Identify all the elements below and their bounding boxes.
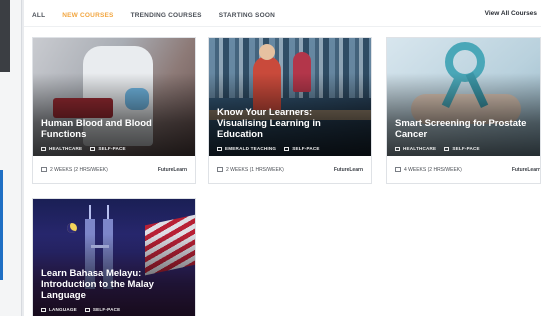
folder-icon: [41, 146, 46, 151]
tabs-divider: [24, 26, 541, 27]
laptop-icon: [84, 307, 90, 312]
course-tabs: All New Courses Trending Courses Startin…: [32, 9, 275, 21]
course-tag-pace: SELF-PACE: [90, 146, 126, 151]
course-provider: FutureLearn: [511, 166, 541, 173]
course-duration: 2 WEEKS (1 HRS/WEEK): [217, 167, 284, 173]
laptop-icon: [90, 146, 96, 151]
folder-icon: [41, 307, 46, 312]
course-panel: All New Courses Trending Courses Startin…: [24, 0, 541, 316]
course-footer: 2 WEEKS (1 HRS/WEEK) FutureLearn: [209, 156, 371, 183]
course-image-ribbon: Smart Screening for Prostate Cancer HEAL…: [387, 38, 540, 156]
view-all-courses-link[interactable]: View All Courses: [485, 10, 537, 17]
course-tags: HEALTHCARE SELF-PACE: [395, 146, 480, 151]
course-title: Know Your Learners: Visualising Learning…: [217, 107, 321, 140]
course-footer: 2 WEEKS (2 HRS/WEEK) FutureLearn: [33, 156, 195, 183]
folder-icon: [217, 146, 222, 151]
course-image-learners: Know Your Learners: Visualising Learning…: [209, 38, 371, 156]
course-image-malay: Learn Bahasa Melayu: Introduction to the…: [33, 199, 195, 316]
course-tag-category: HEALTHCARE: [395, 146, 436, 151]
course-title: Learn Bahasa Melayu: Introduction to the…: [41, 268, 154, 301]
course-tag-category: LANGUAGE: [41, 307, 77, 312]
course-card-blood[interactable]: Human Blood and Blood Functions HEALTHCA…: [32, 37, 196, 184]
course-provider: FutureLearn: [157, 166, 187, 173]
calendar-icon: [217, 167, 223, 172]
course-tag-pace: SELF-PACE: [84, 307, 121, 312]
left-sidebar-strip: [0, 0, 22, 316]
tab-new-courses[interactable]: New Courses: [62, 12, 113, 19]
laptop-icon: [444, 146, 450, 151]
course-card-bahasa-melayu[interactable]: Learn Bahasa Melayu: Introduction to the…: [32, 198, 196, 316]
course-card-know-your-learners[interactable]: Know Your Learners: Visualising Learning…: [208, 37, 372, 184]
sidebar-dark-block: [0, 0, 10, 72]
tab-all[interactable]: All: [32, 12, 45, 19]
course-provider: FutureLearn: [333, 166, 363, 173]
course-image-blood: Human Blood and Blood Functions HEALTHCA…: [33, 38, 195, 156]
course-tags: EMERALD TEACHING SELF-PACE: [217, 146, 320, 151]
course-title: Smart Screening for Prostate Cancer: [395, 118, 527, 140]
calendar-icon: [395, 167, 401, 172]
tab-trending-courses[interactable]: Trending Courses: [131, 12, 202, 19]
course-duration: 4 WEEKS (2 HRS/WEEK): [395, 167, 462, 173]
course-tag-pace: SELF-PACE: [444, 146, 480, 151]
course-duration: 2 WEEKS (2 HRS/WEEK): [41, 167, 108, 173]
sidebar-accent-bar: [0, 170, 3, 280]
course-tag-pace: SELF-PACE: [284, 146, 320, 151]
sidebar-edge: [21, 0, 22, 316]
course-tag-category: HEALTHCARE: [41, 146, 82, 151]
tab-starting-soon[interactable]: Starting Soon: [219, 12, 275, 19]
course-tag-category: EMERALD TEACHING: [217, 146, 276, 151]
course-tags: HEALTHCARE SELF-PACE: [41, 146, 126, 151]
folder-icon: [395, 146, 400, 151]
course-footer: 4 WEEKS (2 HRS/WEEK) FutureLearn: [387, 156, 541, 183]
course-tags: LANGUAGE SELF-PACE: [41, 307, 120, 312]
calendar-icon: [41, 167, 47, 172]
laptop-icon: [284, 146, 290, 151]
course-title: Human Blood and Blood Functions: [41, 118, 152, 140]
course-card-prostate-cancer[interactable]: Smart Screening for Prostate Cancer HEAL…: [386, 37, 541, 184]
